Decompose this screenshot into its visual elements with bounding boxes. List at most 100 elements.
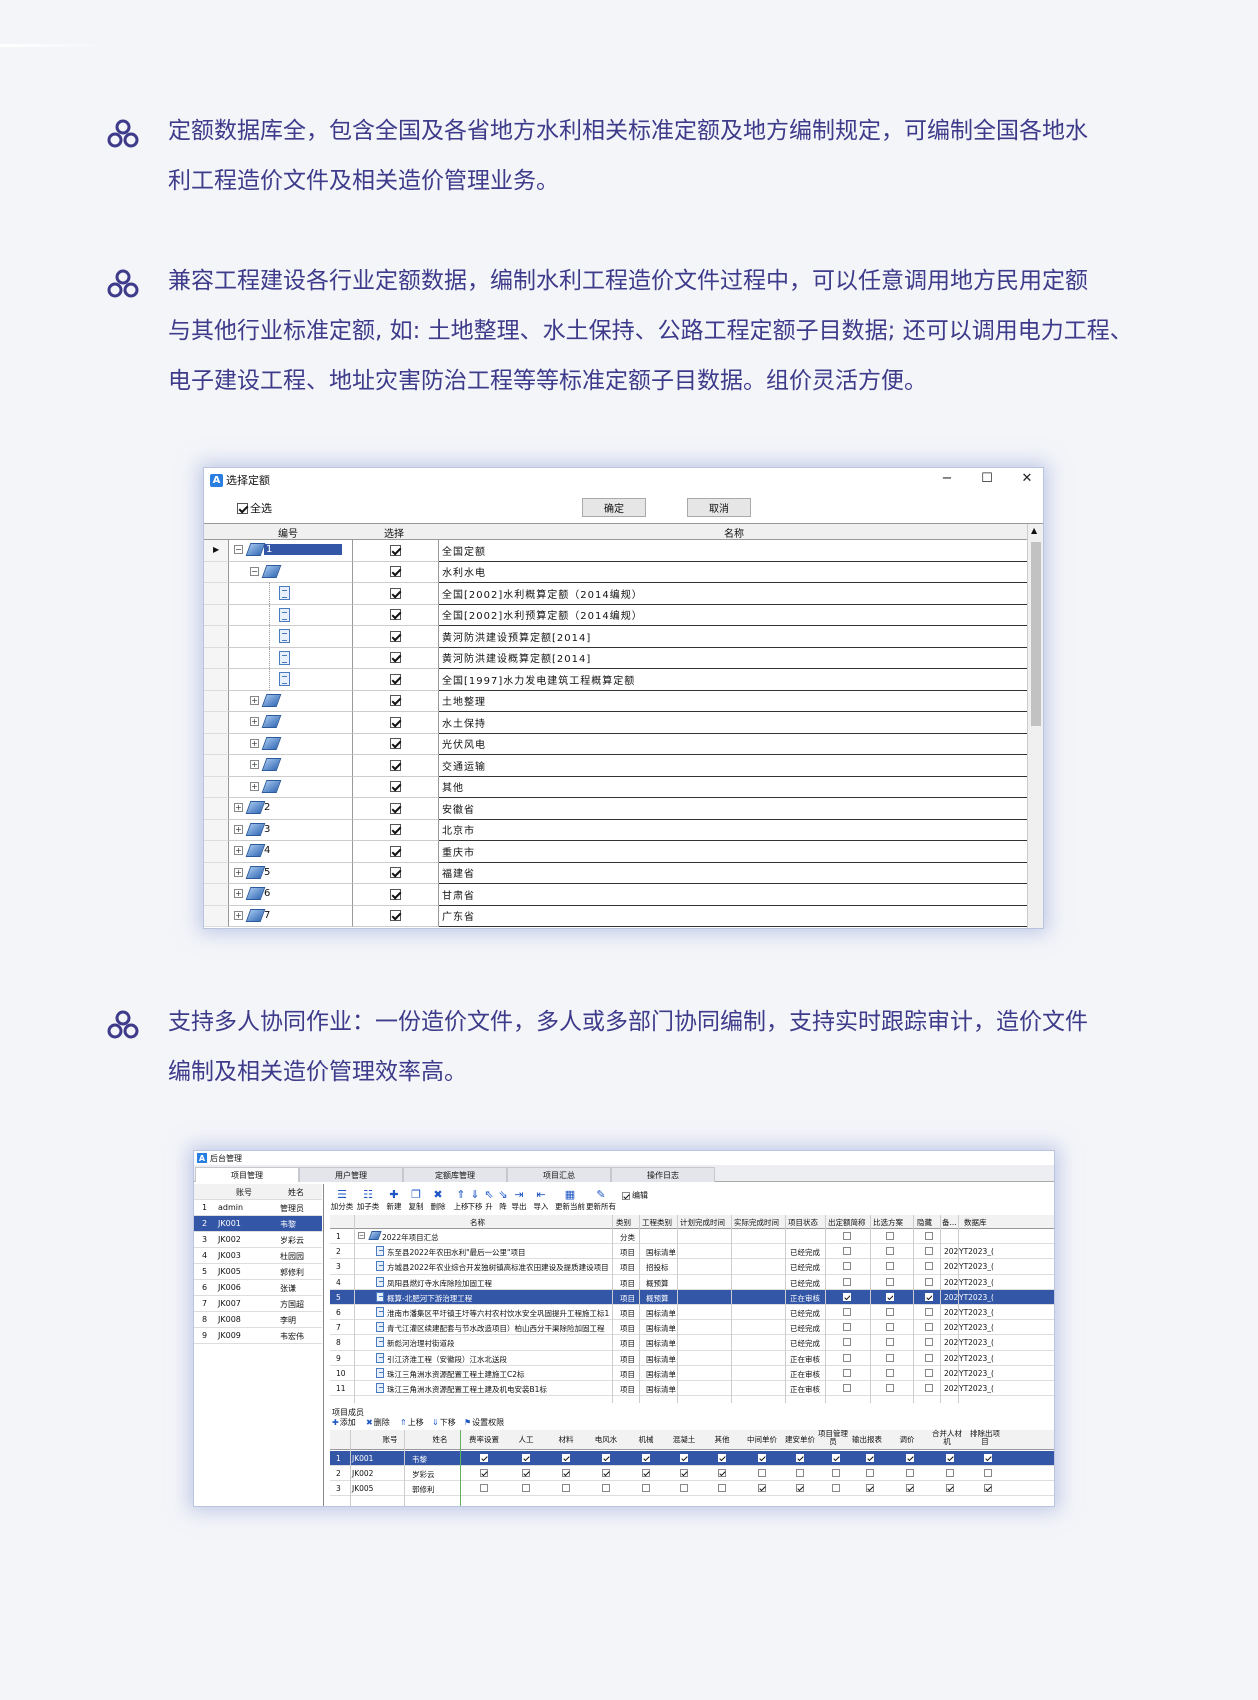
cancel-button[interactable]: 取消: [687, 498, 751, 517]
scroll-up-icon[interactable]: ▲: [1031, 526, 1037, 535]
tree-row[interactable]: 全国[1997]水力发电建筑工程概算定额: [204, 669, 1027, 691]
permission-checkbox[interactable]: [984, 1454, 992, 1462]
vertical-scrollbar[interactable]: ▲: [1027, 524, 1043, 928]
permission-checkbox[interactable]: [602, 1484, 610, 1492]
permission-checkbox[interactable]: [480, 1454, 488, 1462]
grid-checkbox[interactable]: [886, 1368, 894, 1377]
minimize-icon[interactable]: −: [932, 471, 962, 486]
grid-checkbox[interactable]: [843, 1323, 851, 1332]
row-checkbox[interactable]: [390, 587, 401, 599]
collapse-icon[interactable]: −: [358, 1232, 365, 1239]
project-row[interactable]: 7 青弋江灌区续建配套与节水改造项目）柏山西分干渠除险加固工程 项目 国标清单 已经完成…: [330, 1320, 1054, 1336]
grid-checkbox[interactable]: [886, 1323, 894, 1332]
toolbar-button[interactable]: ☷ 加子类: [356, 1189, 380, 1212]
expand-toggle-icon[interactable]: +: [234, 889, 243, 898]
toolbar-button[interactable]: ✚ 新建: [382, 1189, 406, 1212]
expand-toggle-icon[interactable]: −: [234, 545, 243, 554]
select-cell[interactable]: [353, 884, 439, 906]
select-cell[interactable]: [353, 669, 439, 691]
expand-toggle-icon[interactable]: −: [250, 566, 259, 576]
member-row[interactable]: 2 JK002 岁彩云: [330, 1466, 1054, 1481]
permission-checkbox[interactable]: [796, 1484, 804, 1492]
permission-checkbox[interactable]: [758, 1484, 766, 1492]
permission-checkbox[interactable]: [832, 1469, 840, 1477]
row-checkbox[interactable]: [390, 845, 401, 857]
select-cell[interactable]: [353, 841, 439, 863]
select-cell[interactable]: [353, 755, 439, 777]
grid-checkbox[interactable]: [843, 1292, 851, 1301]
project-row[interactable]: 6 淮南市潘集区平圩镇王圩等六村农村饮水安全巩固提升工程施工标1 项目 国标清单 已经完…: [330, 1305, 1054, 1321]
select-cell[interactable]: [353, 862, 439, 884]
grid-checkbox[interactable]: [925, 1323, 933, 1332]
row-checkbox[interactable]: [390, 716, 401, 728]
project-row[interactable]: 4 凤阳县燃灯寺水库除险加固工程 项目 概预算 已经完成 202 YT2023_(: [330, 1275, 1054, 1290]
tree-row[interactable]: + 光伏风电: [204, 733, 1027, 755]
permission-checkbox[interactable]: [866, 1484, 874, 1492]
permission-checkbox[interactable]: [522, 1484, 530, 1492]
user-row[interactable]: 7 JK007 方国超: [194, 1296, 322, 1312]
user-row[interactable]: 8 JK008 李明: [194, 1312, 322, 1328]
permission-checkbox[interactable]: [562, 1469, 570, 1477]
grid-checkbox[interactable]: [843, 1247, 851, 1256]
permission-checkbox[interactable]: [718, 1469, 726, 1477]
row-checkbox[interactable]: [390, 673, 401, 685]
select-cell[interactable]: [353, 583, 439, 605]
member-tool-button[interactable]: ✖删除: [366, 1417, 390, 1428]
row-checkbox[interactable]: [390, 867, 401, 879]
select-cell[interactable]: [353, 626, 439, 648]
member-tool-button[interactable]: ⚑设置权限: [464, 1417, 504, 1428]
user-row[interactable]: 6 JK006 张谦: [194, 1280, 322, 1296]
grid-checkbox[interactable]: [925, 1277, 933, 1286]
permission-checkbox[interactable]: [718, 1454, 726, 1462]
expand-toggle-icon[interactable]: +: [250, 738, 259, 748]
permission-checkbox[interactable]: [796, 1469, 804, 1477]
toolbar-button[interactable]: ✖ 删除: [426, 1189, 450, 1212]
select-cell[interactable]: [353, 690, 439, 712]
project-row[interactable]: 10 珠江三角洲水资源配置工程土建施工C2标 项目 国标清单 正在审核 202 YT2023…: [330, 1366, 1054, 1381]
permission-checkbox[interactable]: [866, 1454, 874, 1462]
grid-checkbox[interactable]: [886, 1262, 894, 1271]
tree-row[interactable]: +3 北京市: [204, 819, 1027, 841]
permission-checkbox[interactable]: [642, 1484, 650, 1492]
select-cell[interactable]: [353, 712, 439, 734]
permission-checkbox[interactable]: [906, 1454, 914, 1462]
tree-row[interactable]: 全国[2002]水利预算定额（2014编规）: [204, 604, 1027, 626]
tree-row[interactable]: + 其他: [204, 776, 1027, 798]
permission-checkbox[interactable]: [480, 1469, 488, 1477]
grid-checkbox[interactable]: [843, 1232, 851, 1240]
grid-checkbox[interactable]: [886, 1247, 894, 1256]
row-checkbox[interactable]: [390, 544, 401, 556]
select-cell[interactable]: [353, 905, 439, 927]
expand-toggle-icon[interactable]: +: [234, 846, 243, 855]
permission-checkbox[interactable]: [642, 1469, 650, 1477]
permission-checkbox[interactable]: [480, 1484, 488, 1492]
select-cell[interactable]: [353, 819, 439, 841]
grid-checkbox[interactable]: [925, 1247, 933, 1256]
scroll-thumb[interactable]: [1031, 542, 1041, 726]
tree-row[interactable]: ▶ −1 全国定额: [204, 540, 1027, 562]
permission-checkbox[interactable]: [522, 1469, 530, 1477]
tree-row[interactable]: +7 广东省: [204, 905, 1027, 927]
permission-checkbox[interactable]: [946, 1484, 954, 1492]
permission-checkbox[interactable]: [832, 1454, 840, 1462]
project-row[interactable]: 5 概算-北肥河下游治理工程 项目 概预算 正在审核 202 YT2023_(: [330, 1289, 1054, 1305]
expand-toggle-icon[interactable]: +: [250, 717, 259, 726]
grid-checkbox[interactable]: [925, 1338, 933, 1347]
grid-checkbox[interactable]: [886, 1277, 894, 1286]
permission-checkbox[interactable]: [984, 1484, 992, 1492]
maximize-icon[interactable]: ☐: [972, 471, 1002, 486]
grid-checkbox[interactable]: [925, 1353, 933, 1362]
row-checkbox[interactable]: [390, 566, 401, 578]
select-cell[interactable]: [353, 647, 439, 669]
permission-checkbox[interactable]: [718, 1484, 726, 1492]
permission-checkbox[interactable]: [602, 1469, 610, 1477]
row-checkbox[interactable]: [390, 888, 401, 900]
tab-4[interactable]: 操作日志: [611, 1167, 715, 1182]
toolbar-button[interactable]: ❐ 复制: [404, 1189, 428, 1212]
toolbar-button[interactable]: ⇥ 导出: [507, 1189, 531, 1212]
expand-toggle-icon[interactable]: +: [250, 760, 259, 769]
row-checkbox[interactable]: [390, 802, 401, 814]
user-row[interactable]: 5 JK005 郭修利: [194, 1264, 322, 1280]
tree-row[interactable]: + 土地整理: [204, 690, 1027, 712]
tab-1[interactable]: 用户管理: [299, 1167, 403, 1182]
